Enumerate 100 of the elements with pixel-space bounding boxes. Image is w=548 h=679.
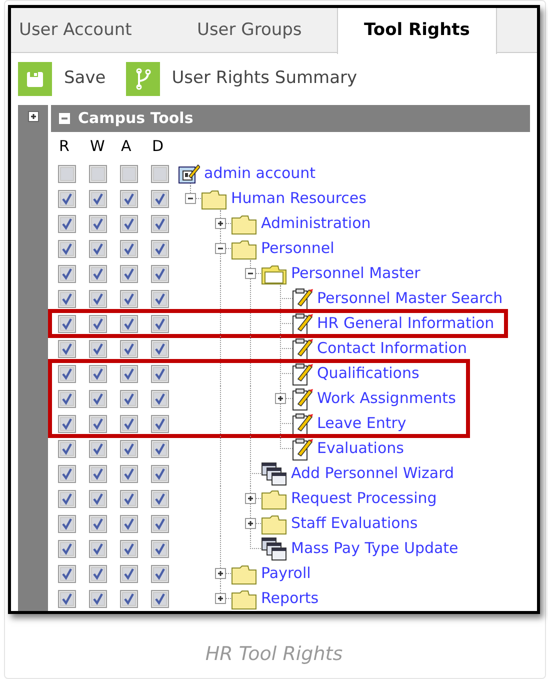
checkbox[interactable] — [58, 440, 76, 458]
collapse-icon[interactable] — [215, 243, 226, 254]
tree-item[interactable]: Personnel Master — [289, 262, 420, 285]
checkbox[interactable] — [151, 440, 169, 458]
checkbox[interactable] — [151, 190, 169, 208]
checkbox[interactable] — [120, 264, 138, 282]
checkbox[interactable] — [58, 540, 76, 558]
tree-item[interactable]: Leave Entry — [315, 412, 406, 435]
checkbox[interactable] — [151, 364, 169, 382]
checkbox[interactable] — [120, 340, 138, 358]
checkbox[interactable] — [89, 514, 107, 532]
tab[interactable]: User Groups — [189, 8, 337, 53]
checkbox[interactable] — [58, 314, 76, 332]
checkbox[interactable] — [120, 314, 138, 332]
checkbox[interactable] — [58, 464, 76, 482]
checkbox[interactable] — [89, 364, 107, 382]
expand-icon[interactable] — [275, 393, 286, 404]
expand-icon[interactable] — [215, 568, 226, 579]
checkbox[interactable] — [151, 490, 169, 508]
checkbox[interactable] — [151, 240, 169, 258]
checkbox[interactable] — [151, 590, 169, 608]
checkbox[interactable] — [58, 564, 76, 582]
checkbox[interactable] — [89, 490, 107, 508]
checkbox[interactable] — [89, 314, 107, 332]
checkbox[interactable] — [120, 490, 138, 508]
checkbox[interactable] — [89, 440, 107, 458]
tree-item[interactable]: HR General Information — [315, 312, 494, 335]
checkbox[interactable] — [58, 590, 76, 608]
checkbox[interactable] — [58, 164, 76, 182]
tree-item[interactable]: admin account — [202, 162, 316, 185]
checkbox[interactable] — [58, 290, 76, 308]
expand-icon[interactable] — [245, 493, 256, 504]
expand-icon[interactable] — [215, 218, 226, 229]
checkbox[interactable] — [120, 590, 138, 608]
tree-item[interactable]: Request Processing — [289, 487, 437, 510]
checkbox[interactable] — [151, 464, 169, 482]
checkbox[interactable] — [151, 264, 169, 282]
checkbox[interactable] — [89, 214, 107, 232]
toolbar-button[interactable]: Save — [18, 62, 106, 96]
checkbox[interactable] — [151, 214, 169, 232]
checkbox[interactable] — [89, 240, 107, 258]
tree-item[interactable]: Add Personnel Wizard — [289, 462, 454, 485]
tree-item[interactable]: Staff Evaluations — [289, 512, 418, 535]
checkbox[interactable] — [151, 390, 169, 408]
checkbox[interactable] — [58, 414, 76, 432]
checkbox[interactable] — [120, 564, 138, 582]
checkbox[interactable] — [89, 414, 107, 432]
checkbox[interactable] — [120, 290, 138, 308]
checkbox[interactable] — [89, 164, 107, 182]
tab[interactable]: User Account — [11, 8, 189, 53]
checkbox[interactable] — [151, 514, 169, 532]
checkbox[interactable] — [58, 340, 76, 358]
checkbox[interactable] — [89, 340, 107, 358]
tab[interactable]: Tool Rights — [337, 8, 497, 54]
checkbox[interactable] — [151, 564, 169, 582]
tree-item[interactable]: Contact Information — [315, 337, 467, 360]
checkbox[interactable] — [58, 214, 76, 232]
checkbox[interactable] — [58, 364, 76, 382]
checkbox[interactable] — [58, 514, 76, 532]
checkbox[interactable] — [58, 264, 76, 282]
tree-item[interactable]: Work Assignments — [315, 387, 456, 410]
checkbox[interactable] — [120, 190, 138, 208]
checkbox[interactable] — [89, 290, 107, 308]
checkbox[interactable] — [120, 440, 138, 458]
expand-icon[interactable] — [215, 593, 226, 604]
checkbox[interactable] — [151, 340, 169, 358]
checkbox[interactable] — [151, 290, 169, 308]
tree-item[interactable]: Evaluations — [315, 437, 404, 460]
checkbox[interactable] — [151, 314, 169, 332]
checkbox[interactable] — [120, 164, 138, 182]
tree-item[interactable]: Payroll — [259, 562, 311, 585]
tree-item[interactable]: Administration — [259, 212, 371, 235]
checkbox[interactable] — [89, 590, 107, 608]
checkbox[interactable] — [120, 214, 138, 232]
checkbox[interactable] — [151, 414, 169, 432]
checkbox[interactable] — [120, 464, 138, 482]
collapse-icon[interactable] — [185, 193, 196, 204]
checkbox[interactable] — [89, 540, 107, 558]
tree-item[interactable]: Qualifications — [315, 362, 420, 385]
checkbox[interactable] — [58, 490, 76, 508]
checkbox[interactable] — [89, 464, 107, 482]
expand-icon[interactable] — [245, 518, 256, 529]
checkbox[interactable] — [120, 540, 138, 558]
checkbox[interactable] — [120, 390, 138, 408]
checkbox[interactable] — [151, 540, 169, 558]
tree-item[interactable]: Reports — [259, 587, 319, 610]
checkbox[interactable] — [120, 240, 138, 258]
checkbox[interactable] — [89, 264, 107, 282]
tree-item[interactable]: Mass Pay Type Update — [289, 537, 458, 560]
checkbox[interactable] — [58, 240, 76, 258]
checkbox[interactable] — [58, 390, 76, 408]
toolbar-button[interactable]: User Rights Summary — [126, 62, 358, 96]
collapse-icon[interactable] — [245, 268, 256, 279]
tree-item[interactable]: Human Resources — [229, 187, 366, 210]
checkbox[interactable] — [120, 514, 138, 532]
checkbox[interactable] — [120, 414, 138, 432]
checkbox[interactable] — [89, 564, 107, 582]
checkbox[interactable] — [89, 190, 107, 208]
checkbox[interactable] — [89, 390, 107, 408]
checkbox[interactable] — [58, 190, 76, 208]
